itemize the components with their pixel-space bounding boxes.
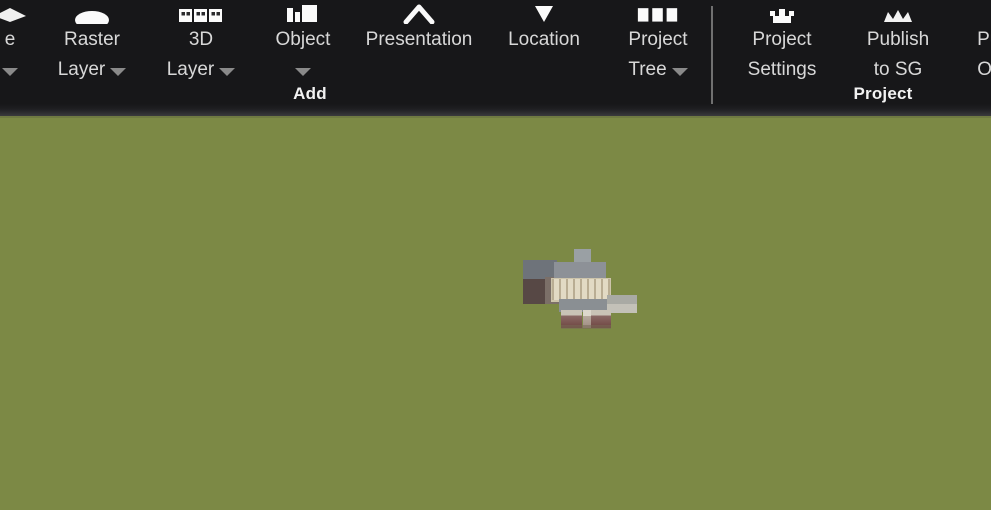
ribbon-button-project-settings-line2: Settings	[747, 59, 817, 80]
ribbon-button-3d-layer[interactable]: 3D Layer	[146, 0, 256, 85]
ribbon-button-raster-layer[interactable]: Raster Layer	[38, 0, 146, 85]
layer-icon	[0, 0, 33, 24]
ribbon-button-object-line1: Object	[275, 29, 331, 50]
ribbon-button-publish-offline-line2: Offli	[977, 59, 991, 80]
presentation-peak-icon	[396, 0, 442, 24]
ribbon-group-project-items: Project Settings Publish to SG P O	[722, 0, 991, 84]
ribbon-toolbar: e Raster Layer 3D Layer Object Presentat…	[0, 0, 991, 118]
textured-building-cluster[interactable]	[521, 246, 641, 331]
object-dropdown-chevron[interactable]	[295, 55, 311, 85]
model-face-left-dark	[523, 279, 547, 304]
raster-layer-label-2: Layer	[57, 59, 106, 80]
project-tree-label-2: Tree	[628, 59, 667, 80]
ribbon-button-project-tree-line1: Project	[628, 29, 688, 50]
publish-icon	[875, 0, 921, 24]
ribbon-button-presentation-line1: Presentation	[365, 29, 473, 50]
settings-gear-icon	[759, 0, 805, 24]
chevron-down-icon	[219, 68, 236, 76]
ribbon-button-raster-layer-line1: Raster	[64, 29, 120, 50]
ribbon-button-3d-layer-line1: 3D	[188, 29, 214, 50]
ribbon-group-project: Project Settings Publish to SG P O Proje…	[713, 0, 991, 116]
chevron-down-icon	[110, 68, 127, 76]
ribbon-group-add-items: e Raster Layer 3D Layer Object Presentat…	[0, 0, 716, 84]
ribbon-button-location[interactable]: Location	[488, 0, 600, 55]
ribbon-button-publish-offline-line1: Pub	[977, 29, 991, 50]
tile-layer-dropdown-chevron[interactable]	[2, 55, 18, 85]
ribbon-button-raster-layer-line2[interactable]: Layer	[58, 55, 127, 85]
3d-layer-label-2: Layer	[166, 59, 215, 80]
ribbon-button-tile-layer[interactable]: e	[0, 0, 38, 85]
raster-layer-icon	[69, 0, 115, 24]
3d-scene-viewport[interactable]: 技术几句杂谈	[0, 118, 991, 510]
object-skyline-icon	[280, 0, 326, 24]
ribbon-button-publish-to-sg[interactable]: Publish to SG	[842, 0, 954, 85]
model-base-shadow	[561, 325, 611, 329]
chevron-down-icon	[671, 68, 688, 76]
application-window: e Raster Layer 3D Layer Object Presentat…	[0, 0, 991, 510]
ribbon-button-object[interactable]: Object	[256, 0, 350, 85]
ribbon-button-3d-layer-line2[interactable]: Layer	[167, 55, 236, 85]
ribbon-button-publish-offline[interactable]: Pub Offli	[954, 0, 991, 85]
ribbon-bottom-shading	[0, 104, 991, 116]
publish-offline-icon	[971, 0, 991, 24]
ribbon-group-label-project: Project	[853, 84, 913, 103]
chevron-down-icon	[2, 68, 18, 76]
buildings-icon	[178, 0, 224, 24]
ribbon-button-project-settings-line1: Project	[752, 29, 812, 50]
ribbon-button-project-tree[interactable]: Project Tree	[600, 0, 716, 85]
location-pin-icon	[521, 0, 567, 24]
ribbon-button-location-line1: Location	[508, 29, 580, 50]
chevron-down-icon	[295, 68, 311, 76]
ribbon-button-publish-to-sg-line2: to SG	[873, 59, 923, 80]
tree-blocks-icon	[635, 0, 681, 24]
ribbon-button-project-tree-line2[interactable]: Tree	[628, 55, 688, 85]
ribbon-button-project-settings[interactable]: Project Settings	[722, 0, 842, 85]
ribbon-button-presentation[interactable]: Presentation	[350, 0, 488, 55]
ribbon-button-publish-to-sg-line1: Publish	[866, 29, 930, 50]
ribbon-button-tile-layer-line1: e	[4, 29, 16, 50]
model-wing-right-face	[607, 304, 637, 313]
ribbon-group-add: e Raster Layer 3D Layer Object Presentat…	[0, 0, 711, 116]
model-windows-row	[552, 279, 610, 300]
